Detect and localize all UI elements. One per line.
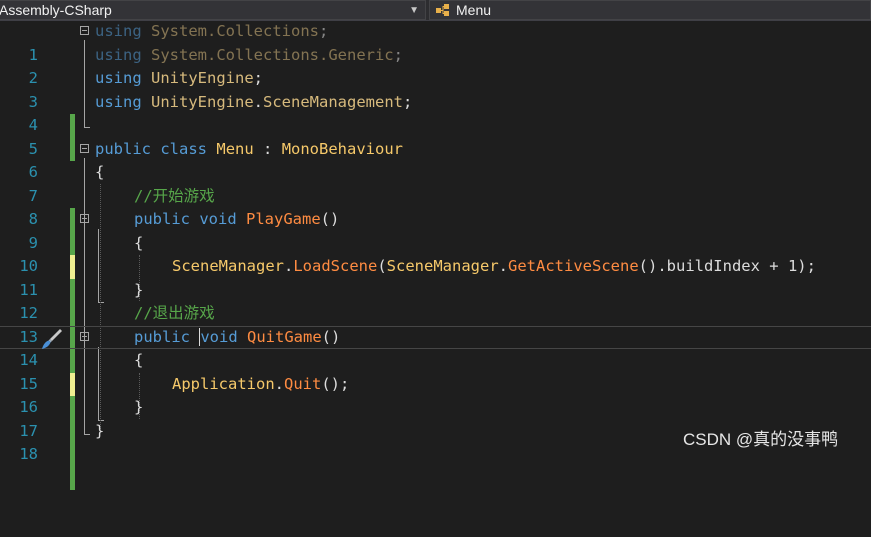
code-line: 9 public void PlayGame() [0,208,871,279]
member-dropdown-label: Menu [456,2,492,18]
code-line: 11 SceneManager.LoadScene(SceneManager.G… [0,255,871,326]
code-line: 2 using System.Collections.Generic; [0,44,871,88]
code-line: 15 { [0,349,871,420]
code-line: 6 public class Menu : MonoBehaviour [0,138,871,182]
chevron-down-icon: ▼ [409,5,419,16]
code-line: 13 //退出游戏 [0,302,871,373]
collapse-icon[interactable] [80,331,89,341]
code-line: 7 { [0,161,871,232]
project-dropdown-label: Assembly-CSharp [0,2,112,18]
code-editor[interactable]: 1 using System.Collections; 2 using Syst… [0,20,871,490]
class-icon [436,4,449,16]
collapse-icon[interactable] [80,214,89,223]
code-line: 16 Application.Quit(); [0,373,871,443]
editor-navigation-bar: Assembly-CSharp ▼ Menu [0,0,871,21]
change-marker [70,466,75,490]
code-line: 12 } [0,279,871,349]
code-line: 5 [0,114,871,158]
watermark: CSDN @真的没事鸭 [683,430,839,449]
code-line: 17 } [0,396,871,467]
code-line: 3 using UnityEngine; [0,67,871,138]
collapse-icon[interactable] [80,26,89,35]
code-line-current: 14 public void QuitGame() [0,326,871,396]
code-line: 8 //开始游戏 [0,185,871,255]
code-line: 10 { [0,232,871,302]
member-dropdown[interactable]: Menu [429,0,871,20]
code-line: 4 using UnityEngine.SceneManagement; [0,91,871,161]
collapse-icon[interactable] [80,143,89,153]
paintbrush-icon[interactable] [40,327,64,351]
code-line: 1 using System.Collections; [0,20,871,64]
project-dropdown[interactable]: Assembly-CSharp ▼ [0,0,426,20]
